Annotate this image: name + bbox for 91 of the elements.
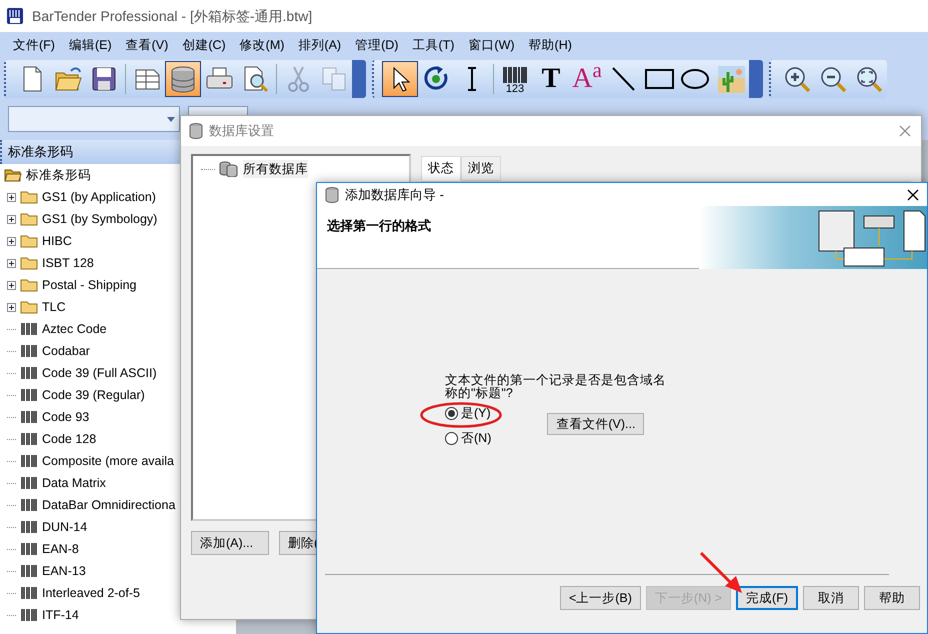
menu-item[interactable]: 工具(T) [405, 34, 462, 56]
barcode-icon [20, 388, 38, 402]
panel-title: 标准条形码 [8, 143, 73, 162]
tree-item[interactable]: DataBar Omnidirectiona [42, 496, 176, 514]
pointer-arrow [700, 552, 744, 594]
dialog-button[interactable]: 添加(A)... [191, 531, 269, 555]
menu-item[interactable]: 帮助(H) [522, 34, 579, 56]
folder-icon [20, 278, 38, 292]
radio-button[interactable] [445, 407, 458, 420]
tree-item[interactable]: 所有数据库 [243, 160, 308, 178]
tree-item[interactable]: Data Matrix [42, 474, 106, 492]
wizard-button[interactable]: 完成(F) [736, 586, 798, 610]
tree-item[interactable]: HIBC [42, 232, 72, 250]
dropdown-caret-icon [167, 116, 175, 122]
tree-item[interactable]: Code 93 [42, 408, 90, 426]
databases-icon [219, 161, 239, 177]
tab[interactable]: 浏览 [461, 156, 501, 181]
tree-item[interactable]: Aztec Code [42, 320, 107, 338]
text-cursor-icon [467, 67, 477, 91]
expand-icon[interactable] [7, 236, 16, 246]
expand-icon[interactable] [7, 258, 16, 268]
tab[interactable]: 状态 [421, 156, 461, 181]
open-folder-icon [4, 168, 22, 182]
barcode-icon [20, 608, 38, 622]
tree-item[interactable]: ISBT 128 [42, 254, 94, 272]
tree-item[interactable]: 标准条形码 [26, 166, 91, 184]
richtext-tool-button[interactable]: A$^{a}$ [569, 61, 605, 97]
barcode-icon [20, 520, 38, 534]
database-icon [189, 123, 203, 139]
window-title: BarTender Professional - [外箱标签-通用.btw] [32, 6, 312, 26]
tree-item[interactable]: Composite (more availa [42, 452, 174, 470]
text-tool-button[interactable]: T [533, 61, 569, 97]
tree-item[interactable]: ITF-14 [42, 606, 79, 624]
barcode-icon [20, 366, 38, 380]
expand-icon[interactable] [7, 192, 16, 202]
folder-icon [20, 190, 38, 204]
cactus-picture-icon [716, 64, 746, 94]
font-combo-field[interactable] [8, 106, 180, 132]
menu-item[interactable]: 排列(A) [291, 34, 348, 56]
barcode-icon [20, 498, 38, 512]
database-tool-button[interactable] [165, 61, 201, 97]
tree-item[interactable]: EAN-13 [42, 562, 86, 580]
folder-icon [20, 212, 38, 226]
tree-item[interactable]: GS1 (by Application) [42, 188, 156, 206]
tree-item[interactable]: DUN-14 [42, 518, 88, 536]
folder-icon [20, 234, 38, 248]
pointer-tool-button[interactable] [382, 61, 418, 97]
radio-option[interactable]: 否(N) [445, 429, 492, 448]
wizard-button[interactable]: <上一步(B) [560, 586, 641, 610]
tree-item[interactable]: GS1 (by Symbology) [42, 210, 158, 228]
barcode-icon [20, 586, 38, 600]
wizard-button[interactable]: 帮助 [864, 586, 920, 610]
expand-icon[interactable] [7, 280, 16, 290]
barcode-icon [20, 454, 38, 468]
tree-item[interactable]: TLC [42, 298, 66, 316]
expand-icon[interactable] [7, 302, 16, 312]
tree-item[interactable]: Interleaved 2-of-5 [42, 584, 140, 602]
barcode-icon [20, 344, 38, 358]
folder-icon [20, 300, 38, 314]
wizard-button[interactable]: 取消 [803, 586, 859, 610]
tree-item[interactable]: Code 128 [42, 430, 96, 448]
close-icon[interactable] [907, 188, 919, 200]
menu-item[interactable]: 编辑(E) [62, 34, 119, 56]
view-file-button[interactable]: 查看文件(V)... [547, 413, 644, 436]
question-text: 文本文件的第一个记录是否是包含域名称的"标题"? [445, 374, 667, 400]
app-icon [6, 7, 24, 25]
barcode-icon [20, 410, 38, 424]
tree-item[interactable]: Code 39 (Regular) [42, 386, 145, 404]
dialog-title: 添加数据库向导 - [345, 186, 444, 204]
dialog-title: 数据库设置 [209, 122, 274, 140]
barcode-icon [20, 564, 38, 578]
folder-icon [20, 256, 38, 270]
tree-item[interactable]: Codabar [42, 342, 90, 360]
radio-button[interactable] [445, 432, 458, 445]
barcode-icon [20, 322, 38, 336]
tree-item[interactable]: Postal - Shipping [42, 276, 137, 294]
menu-item[interactable]: 文件(F) [6, 34, 62, 56]
barcode-tool-button[interactable]: 123 [497, 61, 533, 97]
menu-item[interactable]: 创建(C) [175, 34, 233, 56]
menu-item[interactable]: 查看(V) [118, 34, 176, 56]
menu-item[interactable]: 窗口(W) [461, 34, 522, 56]
step-heading: 选择第一行的格式 [327, 218, 431, 233]
tree-item[interactable]: Code 39 (Full ASCII) [42, 364, 157, 382]
tree-item[interactable]: EAN-8 [42, 540, 79, 558]
barcode-icon [20, 476, 38, 490]
menu-item[interactable]: 管理(D) [348, 34, 406, 56]
menu-item[interactable]: 修改(M) [232, 34, 292, 56]
database-icon [325, 186, 339, 202]
barcode-icon [20, 432, 38, 446]
barcode-icon [20, 542, 38, 556]
expand-icon[interactable] [7, 214, 16, 224]
